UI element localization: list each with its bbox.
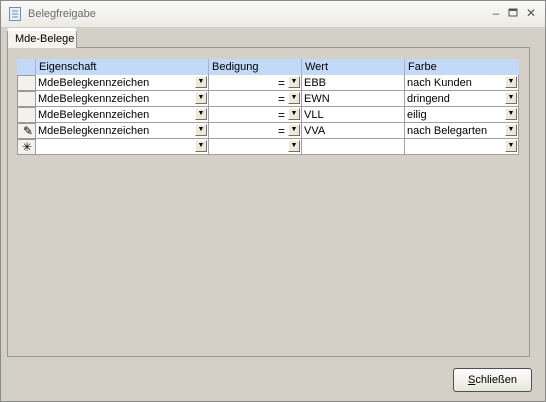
new-row[interactable]: ✳ ▼ ▼ ▼ — [17, 139, 519, 155]
grid-header: Eigenschaft Bedigung Wert Farbe — [17, 59, 519, 75]
wert-field[interactable]: EWN — [302, 91, 405, 107]
bedingung-select[interactable]: = ▼ — [209, 123, 302, 139]
farbe-select[interactable]: ▼ — [405, 139, 519, 155]
window-title: Belegfreigabe — [28, 8, 96, 20]
chevron-down-icon[interactable]: ▼ — [505, 108, 517, 120]
wert-field[interactable]: EBB — [302, 75, 405, 91]
chevron-down-icon[interactable]: ▼ — [195, 108, 207, 120]
chevron-down-icon[interactable]: ▼ — [288, 108, 300, 120]
farbe-select[interactable]: eilig ▼ — [405, 107, 519, 123]
chevron-down-icon[interactable]: ▼ — [505, 140, 517, 152]
chevron-down-icon[interactable]: ▼ — [288, 92, 300, 104]
tab-mde-belege[interactable]: Mde-Belege — [7, 28, 77, 48]
tab-label: Mde-Belege — [15, 33, 75, 45]
eigenschaft-select[interactable]: MdeBelegkennzeichen ▼ — [36, 75, 209, 91]
table-row[interactable]: MdeBelegkennzeichen ▼ = ▼ EWN dringend ▼ — [17, 91, 519, 107]
chevron-down-icon[interactable]: ▼ — [288, 76, 300, 88]
chevron-down-icon[interactable]: ▼ — [195, 92, 207, 104]
chevron-down-icon[interactable]: ▼ — [505, 124, 517, 136]
farbe-select[interactable]: nach Belegarten ▼ — [405, 123, 519, 139]
farbe-select[interactable]: dringend ▼ — [405, 91, 519, 107]
eigenschaft-select[interactable]: MdeBelegkennzeichen ▼ — [36, 107, 209, 123]
bedingung-select[interactable]: = ▼ — [209, 107, 302, 123]
close-button[interactable]: Schließen — [453, 368, 532, 392]
chevron-down-icon[interactable]: ▼ — [288, 124, 300, 136]
chevron-down-icon[interactable]: ▼ — [195, 140, 207, 152]
table-row[interactable]: MdeBelegkennzeichen ▼ = ▼ VLL eilig ▼ — [17, 107, 519, 123]
eigenschaft-select[interactable]: MdeBelegkennzeichen ▼ — [36, 123, 209, 139]
table-row[interactable]: ✎ MdeBelegkennzeichen ▼ = ▼ VVA nach Beleg… — [17, 123, 519, 139]
eigenschaft-select[interactable]: ▼ — [36, 139, 209, 155]
row-selector-header — [17, 59, 36, 75]
column-header-bedingung[interactable]: Bedigung — [209, 59, 302, 75]
document-icon — [9, 7, 21, 21]
chevron-down-icon[interactable]: ▼ — [195, 124, 207, 136]
wert-field[interactable] — [302, 139, 405, 155]
bedingung-select[interactable]: = ▼ — [209, 91, 302, 107]
pencil-icon: ✎ — [23, 124, 34, 138]
wert-field[interactable]: VLL — [302, 107, 405, 123]
close-icon[interactable]: ✕ — [524, 6, 538, 20]
table-row[interactable]: MdeBelegkennzeichen ▼ = ▼ EBB nach Kunden ▼ — [17, 75, 519, 91]
row-selector[interactable] — [17, 91, 36, 107]
column-header-farbe[interactable]: Farbe — [405, 59, 519, 75]
chevron-down-icon[interactable]: ▼ — [195, 76, 207, 88]
asterisk-icon: ✳ — [22, 140, 33, 154]
minimize-icon[interactable]: – — [489, 6, 503, 20]
eigenschaft-select[interactable]: MdeBelegkennzeichen ▼ — [36, 91, 209, 107]
row-selector[interactable] — [17, 107, 36, 123]
dialog-window: Belegfreigabe – ✕ Mde-Belege Eigenschaft… — [0, 0, 546, 402]
chevron-down-icon[interactable]: ▼ — [505, 92, 517, 104]
column-header-wert[interactable]: Wert — [302, 59, 405, 75]
title-bar[interactable]: Belegfreigabe – ✕ — [1, 1, 545, 28]
bedingung-select[interactable]: = ▼ — [209, 75, 302, 91]
wert-field[interactable]: VVA — [302, 123, 405, 139]
row-selector[interactable] — [17, 75, 36, 91]
chevron-down-icon[interactable]: ▼ — [288, 140, 300, 152]
row-selector[interactable]: ✎ — [17, 123, 36, 139]
row-selector[interactable]: ✳ — [17, 139, 36, 155]
bedingung-select[interactable]: ▼ — [209, 139, 302, 155]
column-header-eigenschaft[interactable]: Eigenschaft — [36, 59, 209, 75]
farbe-select[interactable]: nach Kunden ▼ — [405, 75, 519, 91]
chevron-down-icon[interactable]: ▼ — [505, 76, 517, 88]
maximize-icon[interactable] — [506, 6, 520, 20]
